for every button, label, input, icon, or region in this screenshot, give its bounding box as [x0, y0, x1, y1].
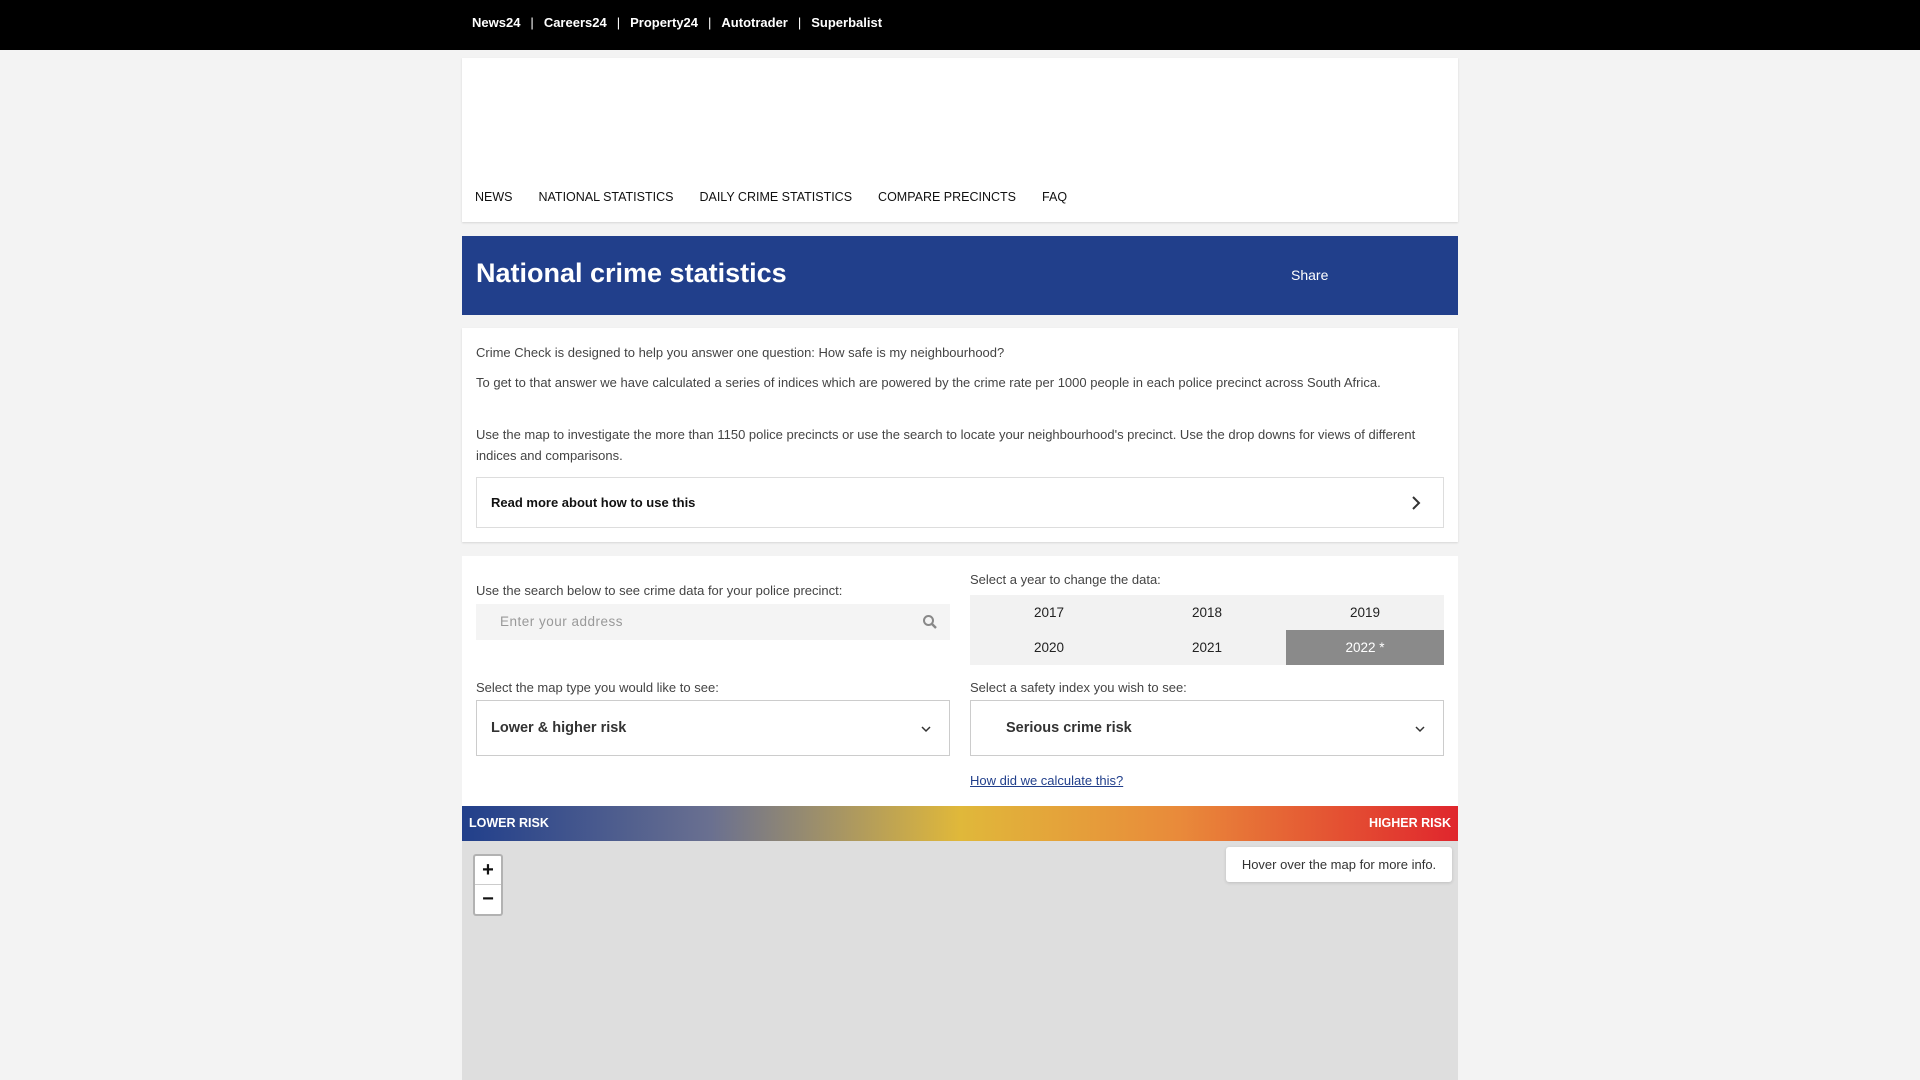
search-label: Use the search below to see crime data f… [476, 583, 843, 598]
safety-index-select[interactable]: Serious crime risk [970, 700, 1444, 756]
page-title-bar: National crime statistics Share [462, 236, 1458, 315]
intro-card: Crime Check is designed to help you answ… [462, 328, 1458, 542]
top-network-bar: News24 | Careers24 | Property24 | Autotr… [0, 0, 1920, 50]
nav-item-news[interactable]: NEWS [475, 190, 513, 204]
network-links: News24 | Careers24 | Property24 | Autotr… [472, 15, 882, 30]
safety-index-label: Select a safety index you wish to see: [970, 680, 1187, 695]
read-more-accordion[interactable]: Read more about how to use this [476, 477, 1444, 528]
year-button-2022[interactable]: 2022 * [1286, 630, 1444, 665]
network-link-news24[interactable]: News24 [472, 15, 520, 30]
chevron-right-icon [1412, 496, 1421, 510]
map-type-value: Lower & higher risk [491, 720, 627, 736]
chevron-down-icon [921, 726, 931, 733]
separator: | [708, 15, 712, 30]
address-search-input[interactable]: Enter your address [476, 604, 950, 640]
separator: | [616, 15, 621, 30]
network-link-autotrader[interactable]: Autotrader [721, 15, 787, 30]
crime-map[interactable]: + − Hover over the map for more info. [462, 841, 1458, 1080]
year-button-2019[interactable]: 2019 [1286, 595, 1444, 630]
year-button-2021[interactable]: 2021 [1128, 630, 1286, 665]
legend-higher-risk: HIGHER RISK [1369, 816, 1451, 830]
separator: | [797, 15, 802, 30]
page-title: National crime statistics [476, 258, 787, 288]
share-button[interactable]: Share [1291, 267, 1328, 283]
map-hover-info: Hover over the map for more info. [1226, 847, 1452, 882]
intro-paragraph-3: Use the map to investigate the more than… [476, 427, 1416, 463]
map-type-label: Select the map type you would like to se… [476, 680, 719, 695]
how-calculated-link[interactable]: How did we calculate this? [970, 773, 1123, 788]
year-button-2018[interactable]: 2018 [1128, 595, 1286, 630]
intro-paragraph-1: Crime Check is designed to help you answ… [476, 345, 1005, 360]
year-label: Select a year to change the data: [970, 572, 1161, 587]
zoom-out-button[interactable]: − [475, 885, 501, 914]
year-selector: 2017 2018 2019 2020 2021 2022 * [970, 595, 1444, 665]
search-placeholder: Enter your address [500, 614, 624, 629]
legend-lower-risk: LOWER RISK [469, 816, 549, 830]
risk-legend-bar: LOWER RISK HIGHER RISK [462, 806, 1458, 841]
controls-card: Use the search below to see crime data f… [462, 556, 1458, 806]
zoom-control: + − [473, 854, 503, 916]
nav-item-compare-precincts[interactable]: COMPARE PRECINCTS [878, 190, 1016, 204]
separator: | [530, 15, 534, 30]
year-button-2020[interactable]: 2020 [970, 630, 1128, 665]
nav-item-faq[interactable]: FAQ [1042, 190, 1067, 204]
network-link-superbalist[interactable]: Superbalist [811, 15, 882, 30]
chevron-down-icon [1415, 726, 1425, 733]
search-icon[interactable] [922, 614, 938, 630]
year-button-2017[interactable]: 2017 [970, 595, 1128, 630]
safety-index-value: Serious crime risk [1006, 720, 1132, 736]
map-type-select[interactable]: Lower & higher risk [476, 700, 950, 756]
nav-item-national-statistics[interactable]: NATIONAL STATISTICS [539, 190, 674, 204]
nav-item-daily-crime-statistics[interactable]: DAILY CRIME STATISTICS [699, 190, 852, 204]
read-more-label: Read more about how to use this [491, 495, 696, 510]
main-nav: NEWS NATIONAL STATISTICS DAILY CRIME STA… [475, 190, 1093, 204]
zoom-in-button[interactable]: + [475, 856, 501, 885]
network-link-careers24[interactable]: Careers24 [544, 15, 607, 30]
intro-paragraph-2: To get to that answer we have calculated… [476, 375, 1381, 390]
site-header: NEWS NATIONAL STATISTICS DAILY CRIME STA… [462, 58, 1458, 222]
network-link-property24[interactable]: Property24 [630, 15, 698, 30]
